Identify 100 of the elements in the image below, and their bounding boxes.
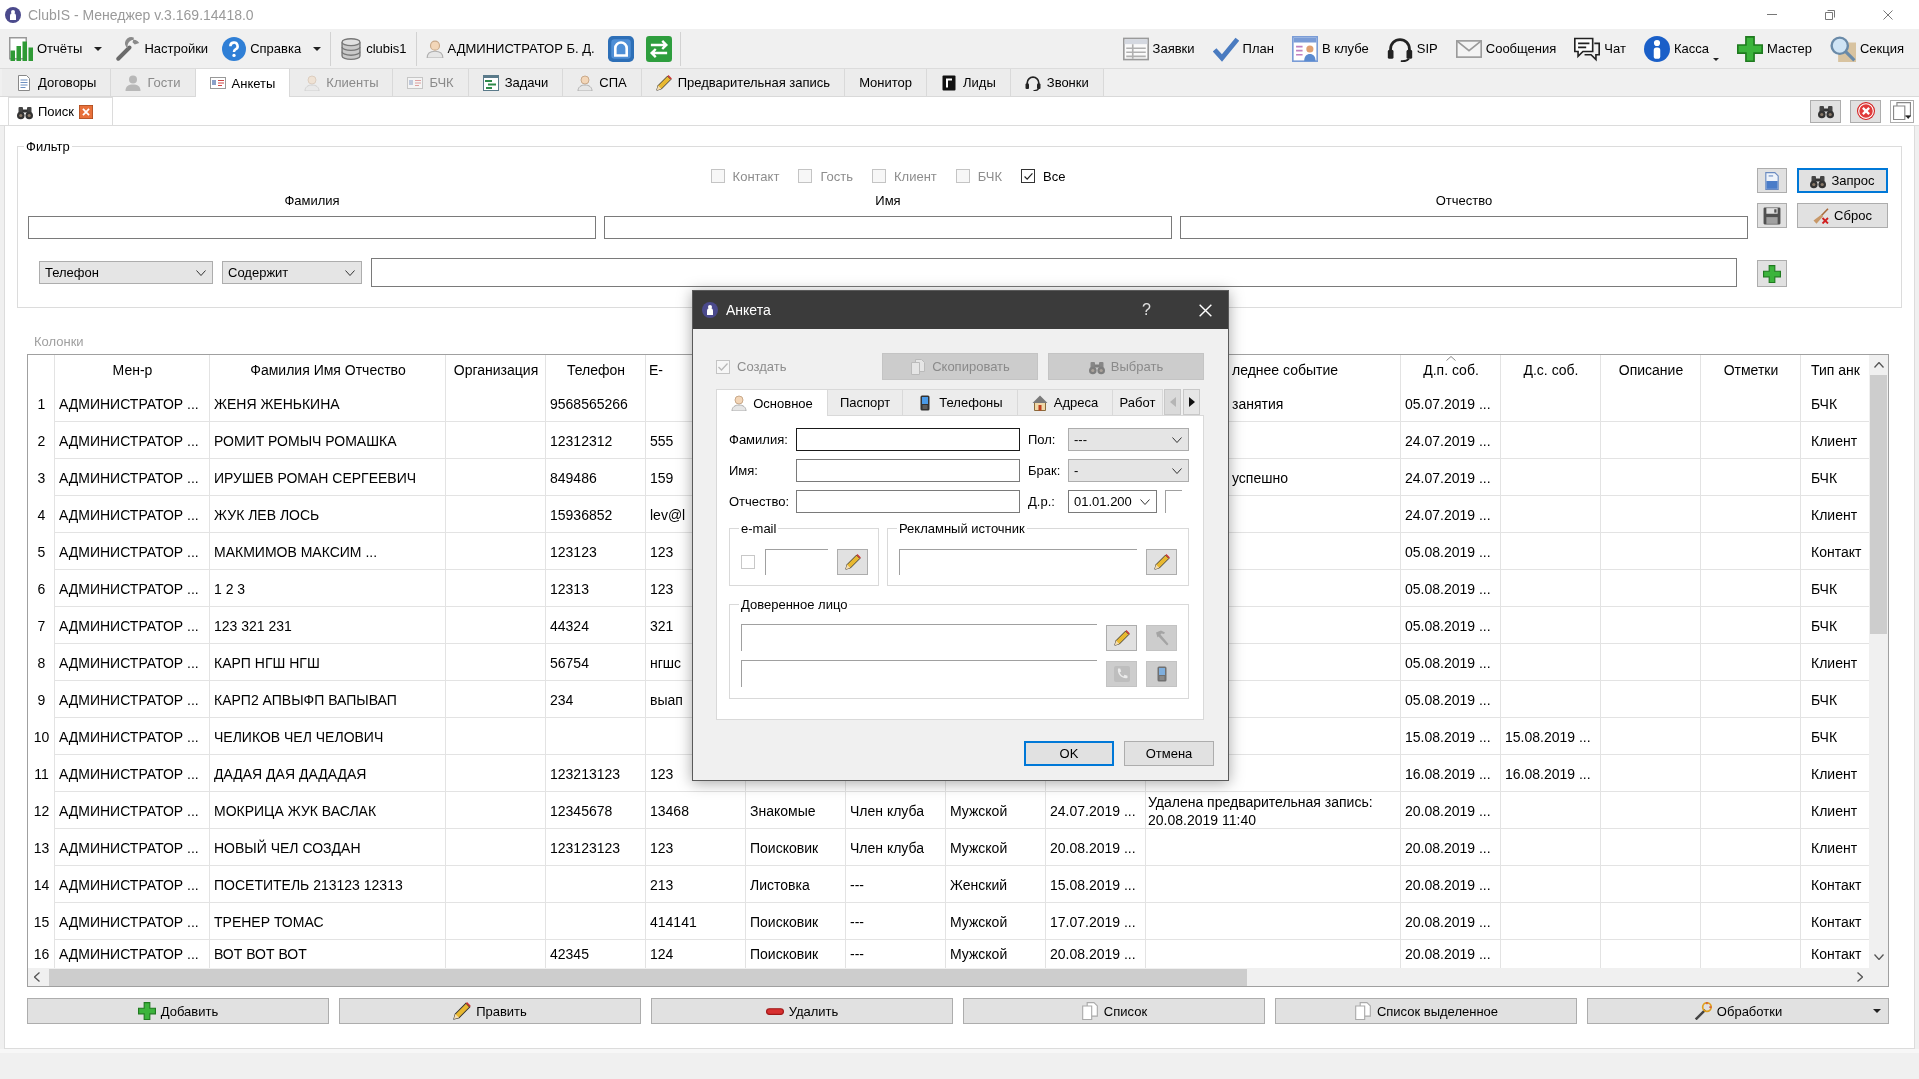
chevron-down-icon	[1172, 436, 1182, 443]
column-header[interactable]: Мен-р	[55, 355, 210, 385]
column-header[interactable]: Д.с. соб.	[1501, 355, 1601, 385]
add-condition-button[interactable]	[1757, 260, 1787, 287]
user-button[interactable]: АДМИНИСТРАТОР Б. Д.	[422, 31, 598, 66]
tab[interactable]: СПА	[563, 69, 642, 96]
database-button[interactable]: clubis1	[337, 31, 410, 66]
dropdown[interactable]: Телефон	[39, 261, 213, 284]
chevron-right-icon[interactable]	[1857, 972, 1863, 982]
table-cell-text: АДМИНИСТРАТОР ...	[58, 468, 200, 488]
table-cell-text: АДМИНИСТРАТОР ...	[58, 653, 200, 673]
input-field[interactable]	[604, 216, 1172, 239]
scrollbar-thumb[interactable]	[1870, 375, 1887, 634]
dialog-button[interactable]: Отмена	[1124, 741, 1214, 766]
lock-icon[interactable]	[607, 35, 634, 62]
action-button[interactable]: Править	[339, 998, 641, 1024]
vertical-scrollbar[interactable]	[1869, 355, 1888, 968]
toolbar-button[interactable]: Сообщения	[1452, 31, 1560, 66]
toolbar-button[interactable]: Справка	[219, 31, 325, 66]
swap-arrows-icon[interactable]	[645, 35, 672, 62]
action-button[interactable]: Список выделенное	[1275, 998, 1577, 1024]
input-field[interactable]	[796, 490, 1020, 513]
tab[interactable]: Адреса	[1017, 389, 1113, 415]
column-header[interactable]: Отметки	[1701, 355, 1801, 385]
dropdown[interactable]: Содержит	[222, 261, 362, 284]
find-button[interactable]	[1810, 99, 1841, 123]
tab[interactable]: Телефоны	[902, 389, 1018, 415]
tab[interactable]: Анкеты	[195, 69, 291, 97]
column-header[interactable]: Телефон	[546, 355, 646, 385]
checkbox[interactable]	[1021, 169, 1035, 183]
tab[interactable]: Лиды	[927, 69, 1011, 96]
toolbar-button[interactable]: План	[1209, 31, 1277, 66]
tab[interactable]: Звонки	[1010, 69, 1104, 96]
input-field[interactable]	[28, 216, 596, 239]
tab[interactable]: Предварительная запись	[641, 69, 846, 96]
action-button[interactable]: Добавить	[27, 998, 329, 1024]
dropdown[interactable]: 01.01.200	[1068, 490, 1157, 513]
toolbar-button[interactable]: Касса	[1640, 31, 1722, 66]
input-field[interactable]	[1180, 216, 1748, 239]
column-header[interactable]: Тип анк	[1801, 355, 1869, 385]
tab[interactable]: Основное	[716, 389, 828, 416]
table-cell-text: Контакт	[1810, 945, 1863, 964]
edit-button[interactable]	[837, 549, 868, 575]
toolbar-button[interactable]: В клубе	[1288, 31, 1372, 66]
tab[interactable]: Монитор	[845, 69, 928, 96]
toolbar-button[interactable]: Отчёты	[6, 31, 106, 66]
toolbar-button[interactable]: SIP	[1383, 31, 1441, 66]
id-card-icon	[407, 74, 424, 91]
dialog-button[interactable]: OK	[1024, 741, 1114, 766]
window-menu-button[interactable]	[1890, 99, 1914, 123]
row-number: 16	[32, 945, 51, 964]
table-cell-text: Контакт	[1810, 912, 1863, 932]
toolbar-button[interactable]: Заявки	[1119, 31, 1198, 66]
column-header[interactable]: леднее событие	[1230, 355, 1401, 385]
column-header[interactable]: Организация	[446, 355, 546, 385]
close-button[interactable]	[1850, 99, 1881, 123]
tool-button[interactable]	[1106, 624, 1137, 651]
input-field[interactable]	[796, 459, 1020, 482]
column-header[interactable]: Описание	[1601, 355, 1701, 385]
tab[interactable]: Паспорт	[827, 389, 903, 415]
checkbox-label: Гость	[820, 168, 854, 184]
dropdown[interactable]: ---	[1068, 428, 1189, 451]
toolbar-button[interactable]: Секция	[1826, 31, 1907, 66]
column-header[interactable]: Д.п. соб.	[1401, 355, 1501, 385]
toolbar-button[interactable]: Мастер	[1733, 31, 1815, 66]
scroll-right-button[interactable]	[1183, 389, 1200, 415]
checkbox-label: Контакт	[732, 168, 780, 184]
pencil-icon	[1113, 629, 1130, 646]
toolbar-button[interactable]: Настройки	[113, 31, 212, 66]
edit-button[interactable]	[1146, 549, 1177, 575]
chevron-down-icon[interactable]	[1873, 954, 1884, 960]
action-button[interactable]: Удалить	[651, 998, 953, 1024]
scrollbar-thumb[interactable]	[49, 968, 1247, 986]
tab[interactable]: Задачи	[468, 69, 564, 96]
save-button[interactable]	[1757, 203, 1787, 228]
action-button[interactable]: Список	[963, 998, 1265, 1024]
tab[interactable]: Работ	[1112, 389, 1163, 415]
toolbar-button[interactable]: Чат	[1571, 31, 1629, 66]
dropdown[interactable]: -	[1068, 459, 1189, 482]
chevron-left-icon[interactable]	[34, 972, 40, 982]
table-cell-text: 234	[549, 690, 575, 710]
close-icon[interactable]	[79, 104, 94, 119]
input-field[interactable]	[1165, 490, 1182, 513]
column-header[interactable]: E-	[646, 355, 691, 385]
filter-button[interactable]: Сброс	[1797, 203, 1888, 228]
filter-button[interactable]: Запрос	[1797, 168, 1888, 193]
table-cell-text: 1 2 3	[213, 579, 247, 599]
horizontal-scrollbar[interactable]	[28, 968, 1888, 986]
help-button[interactable]: ?	[1142, 301, 1151, 319]
action-button[interactable]: Обработки	[1587, 998, 1889, 1024]
table-cell-text: 44324	[549, 616, 590, 636]
table-cell-text: Клиент	[1810, 838, 1859, 858]
tab[interactable]: Договоры	[2, 69, 112, 96]
column-header[interactable]: Фамилия Имя Отчество	[210, 355, 446, 385]
tab[interactable]: Поиск	[8, 97, 113, 125]
chevron-up-icon[interactable]	[1873, 362, 1884, 368]
restore-icon[interactable]	[1825, 9, 1835, 20]
input-field[interactable]	[371, 258, 1737, 287]
open-button[interactable]	[1757, 168, 1787, 193]
input-field[interactable]	[796, 428, 1020, 451]
